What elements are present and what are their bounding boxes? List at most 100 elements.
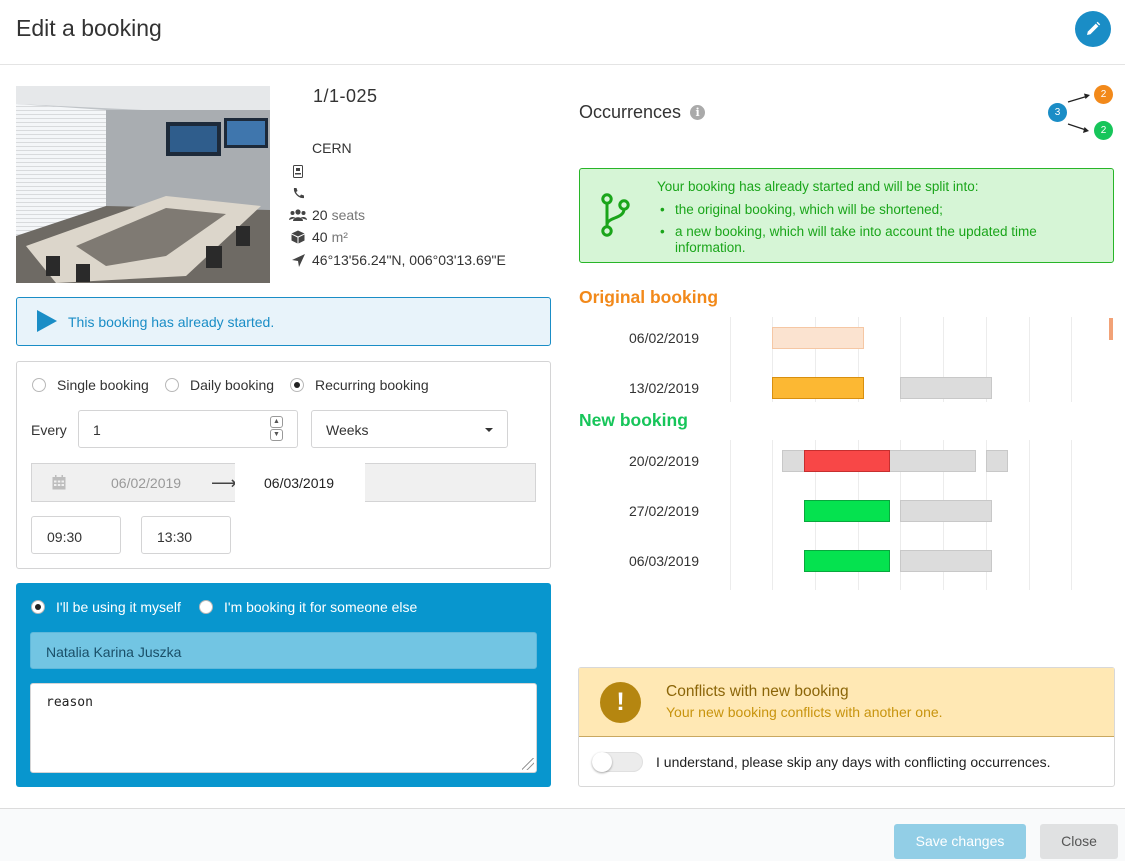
code-branch-icon	[601, 193, 630, 237]
booking-for-someone-option[interactable]: I'm booking it for someone else	[199, 599, 417, 615]
skip-conflicts-label: I understand, please skip any days with …	[656, 754, 1051, 770]
occurrence-date: 13/02/2019	[629, 380, 700, 396]
resize-handle[interactable]	[522, 758, 534, 770]
exclamation-icon: !	[600, 682, 641, 723]
timeline-row: 06/02/2019	[579, 327, 1114, 349]
start-time-input[interactable]: 09:30	[31, 516, 121, 554]
booking-for-someone-radio[interactable]	[199, 600, 213, 614]
cube-icon	[289, 230, 307, 244]
existing-booking-bar[interactable]	[900, 377, 992, 399]
new-count-badge: 2	[1094, 121, 1113, 140]
daily-booking-radio[interactable]	[165, 378, 179, 392]
end-time: 13:30	[157, 529, 193, 545]
room-area-row: 40 m²	[289, 228, 348, 246]
room-photo	[16, 86, 270, 283]
booking-for-myself-label: I'll be using it myself	[56, 599, 181, 615]
new-booking-timeline: 20/02/2019 27/02/2019 06/03/2019	[579, 440, 1114, 590]
available-bar[interactable]	[804, 500, 890, 522]
occurrence-date: 20/02/2019	[629, 453, 700, 469]
recurring-booking-option[interactable]: Recurring booking	[290, 377, 429, 393]
daily-booking-option[interactable]: Daily booking	[165, 377, 274, 393]
split-list: the original booking, which will be shor…	[657, 202, 1097, 262]
location-arrow-icon	[289, 253, 307, 267]
conflicts-warning: ! Conflicts with new booking Your new bo…	[579, 668, 1114, 737]
room-phone-row	[289, 184, 312, 202]
reason-text: reason	[46, 695, 93, 710]
booking-bar-pending[interactable]	[772, 377, 864, 399]
occurrences-title: Occurrences	[579, 102, 682, 122]
now-marker	[1109, 318, 1113, 340]
recurring-booking-radio[interactable]	[290, 378, 304, 392]
pencil-icon	[1087, 21, 1101, 35]
every-label: Every	[31, 422, 67, 438]
existing-booking-bar[interactable]	[986, 450, 1008, 472]
recurrence-form: Single booking Daily booking Recurring b…	[16, 361, 551, 569]
original-booking-timeline: 06/02/2019 13/02/2019	[579, 317, 1114, 402]
timeline-row: 20/02/2019	[579, 450, 1114, 472]
single-booking-label: Single booking	[57, 377, 149, 393]
original-booking-title: Original booking	[579, 287, 719, 307]
conflicts-panel: ! Conflicts with new booking Your new bo…	[578, 667, 1115, 787]
room-location-row: 46°13'56.24"N, 006°03'13.69"E	[289, 251, 506, 269]
skip-conflicts-toggle[interactable]	[592, 752, 643, 772]
booking-bar-past[interactable]	[772, 327, 864, 349]
conflicts-title: Conflicts with new booking	[666, 683, 849, 700]
start-date: 06/02/2019	[111, 475, 182, 491]
interval-unit-value: Weeks	[326, 422, 369, 438]
users-icon	[289, 209, 307, 221]
edit-button[interactable]	[1075, 11, 1111, 47]
date-range-picker[interactable]: 06/02/2019 ⟶ 06/03/2019	[31, 463, 536, 502]
room-area-unit: m²	[331, 229, 348, 245]
room-area: 40	[312, 229, 328, 245]
available-bar[interactable]	[804, 550, 890, 572]
play-icon	[37, 310, 57, 332]
booked-for-panel: I'll be using it myself I'm booking it f…	[16, 583, 551, 787]
occurrence-date: 27/02/2019	[629, 503, 700, 519]
interval-unit-select[interactable]: Weeks	[311, 410, 508, 448]
daily-booking-label: Daily booking	[190, 377, 275, 393]
id-badge-icon	[289, 164, 307, 178]
start-time: 09:30	[47, 529, 83, 545]
stepper-up-icon[interactable]: ▲	[270, 416, 283, 428]
arrow-right-icon: ⟶	[211, 473, 237, 493]
existing-booking-bar[interactable]	[900, 500, 992, 522]
total-count-badge: 3	[1048, 103, 1067, 122]
original-count-badge: 2	[1094, 85, 1113, 104]
single-booking-radio[interactable]	[32, 378, 46, 392]
booking-started-message: This booking has already started.	[68, 314, 275, 330]
recurring-booking-label: Recurring booking	[315, 377, 429, 393]
save-changes-button[interactable]: Save changes	[894, 824, 1026, 859]
end-date-field[interactable]: 06/03/2019	[235, 463, 365, 502]
single-booking-option[interactable]: Single booking	[32, 377, 149, 393]
booking-for-myself-option[interactable]: I'll be using it myself	[31, 599, 181, 615]
occurrence-date: 06/02/2019	[629, 330, 700, 346]
calendar-icon	[52, 475, 66, 490]
close-button[interactable]: Close	[1040, 824, 1118, 859]
split-item-original: the original booking, which will be shor…	[657, 202, 1097, 218]
room-capacity: 20	[312, 207, 328, 223]
reason-textarea[interactable]: reason	[30, 683, 537, 773]
new-booking-title: New booking	[579, 410, 688, 430]
caret-down-icon	[485, 428, 493, 432]
booking-for-someone-label: I'm booking it for someone else	[224, 599, 418, 615]
existing-booking-bar[interactable]	[900, 550, 992, 572]
interval-stepper[interactable]: ▲ ▼	[270, 416, 283, 441]
room-capacity-row: 20 seats	[289, 206, 365, 224]
split-info-message: Your booking has already started and wil…	[579, 168, 1114, 263]
timeline-row: 06/03/2019	[579, 550, 1114, 572]
split-item-new: a new booking, which will take into acco…	[657, 224, 1097, 256]
booking-for-myself-radio[interactable]	[31, 600, 45, 614]
end-time-input[interactable]: 13:30	[141, 516, 231, 554]
modal-header: Edit a booking	[0, 0, 1125, 65]
modal-footer: Save changes Close	[0, 808, 1125, 861]
info-icon[interactable]: i	[690, 105, 706, 120]
split-diagram: 3 2 2	[1046, 84, 1118, 140]
booked-for-user-field: Natalia Karina Juszka	[30, 632, 537, 669]
split-arrows-icon	[1067, 93, 1090, 133]
stepper-down-icon[interactable]: ▼	[270, 429, 283, 441]
conflict-bar[interactable]	[804, 450, 890, 472]
room-site: CERN	[312, 140, 352, 156]
interval-input[interactable]: 1 ▲ ▼	[78, 410, 298, 448]
phone-icon	[289, 187, 307, 200]
booked-for-user: Natalia Karina Juszka	[46, 644, 182, 660]
